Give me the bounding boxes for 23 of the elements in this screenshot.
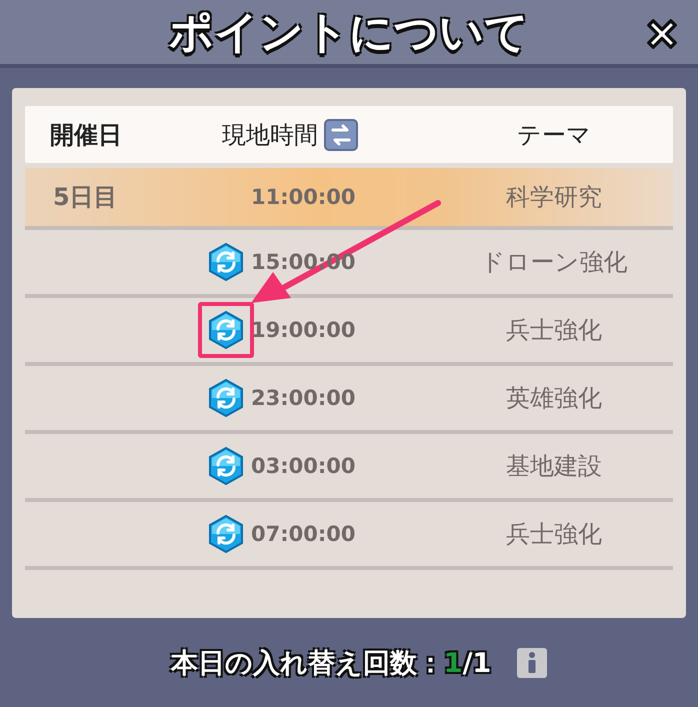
swap-icon[interactable] xyxy=(208,446,244,486)
window-title: ポイントについて xyxy=(169,6,529,60)
swap-icon[interactable] xyxy=(208,514,244,554)
table-cell-text: 科学研究 xyxy=(506,182,602,213)
table-cell: 07:00:00 xyxy=(251,522,356,546)
swap-count: 本日の入れ替え回数：1/1 xyxy=(170,646,492,680)
table-cell: 03:00:00 xyxy=(251,454,356,478)
table-cell-text: 兵士強化 xyxy=(506,519,602,550)
table-cell-text: ドローン強化 xyxy=(480,247,628,278)
column-header: 開催日 xyxy=(50,120,122,150)
swap-icon[interactable] xyxy=(208,310,244,350)
table-cell-text: 英雄強化 xyxy=(506,383,602,414)
column-header: テーマ xyxy=(517,120,591,150)
swap-icon[interactable] xyxy=(208,378,244,418)
table-cell-text: 基地建設 xyxy=(506,451,602,482)
swap-icon[interactable] xyxy=(208,242,244,282)
info-icon[interactable] xyxy=(517,648,548,678)
swap-icon[interactable] xyxy=(324,118,358,150)
column-header: 現地時間 xyxy=(222,120,318,150)
table-cell: 11:00:00 xyxy=(251,185,356,209)
table-cell-text: 5日目 xyxy=(53,182,118,213)
table-cell-text: 兵士強化 xyxy=(506,315,602,346)
table-cell: 23:00:00 xyxy=(251,386,356,410)
